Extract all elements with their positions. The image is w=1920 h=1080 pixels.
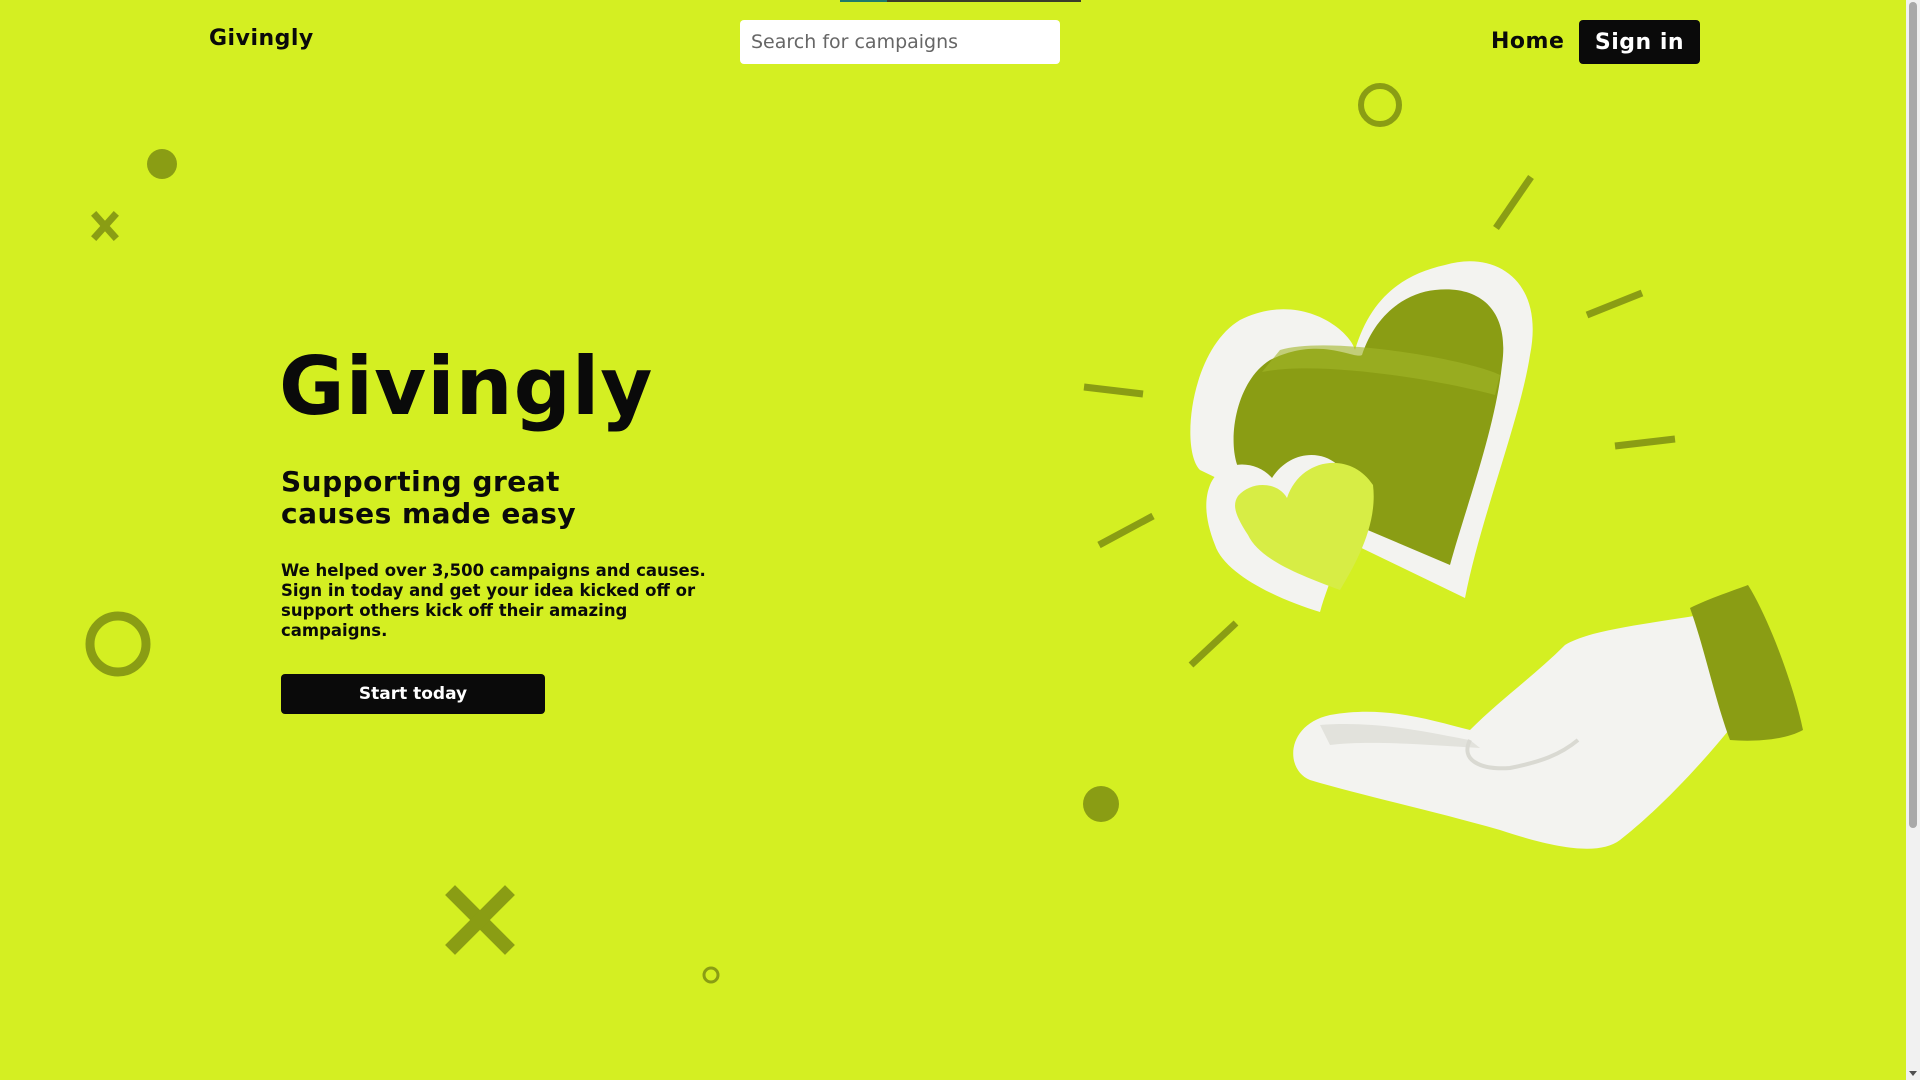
dot-decoration [147,149,177,179]
scroll-down-arrow-icon[interactable] [1909,1071,1917,1076]
ray-decorations [1083,175,1676,668]
dot-decoration [1083,786,1119,822]
hand-illustration [1293,585,1803,849]
hearts-illustration [1190,261,1533,612]
ring-decoration [702,966,720,984]
x-decoration [445,885,515,955]
x-decoration [91,211,119,241]
page: Givingly Home Sign in Givingly Supportin… [0,0,1920,1080]
background-decorations [85,83,1803,984]
ring-decoration [85,611,151,677]
hero-subtitle: Supporting great causes made easy [281,465,577,530]
hero-title: Givingly [279,340,654,433]
start-today-button[interactable]: Start today [281,674,545,714]
nav-home-link[interactable]: Home [1491,29,1564,54]
sign-in-button[interactable]: Sign in [1579,20,1700,64]
page-scrollbar[interactable] [1906,0,1920,1080]
loading-bar-track [887,0,1081,2]
loading-bar-segment [840,0,887,2]
scrollbar-thumb[interactable] [1909,2,1917,828]
ring-decoration [1358,83,1402,127]
site-logo[interactable]: Givingly [209,26,314,51]
search-input[interactable] [740,20,1060,64]
hero-description: We helped over 3,500 campaigns and cause… [281,561,706,640]
